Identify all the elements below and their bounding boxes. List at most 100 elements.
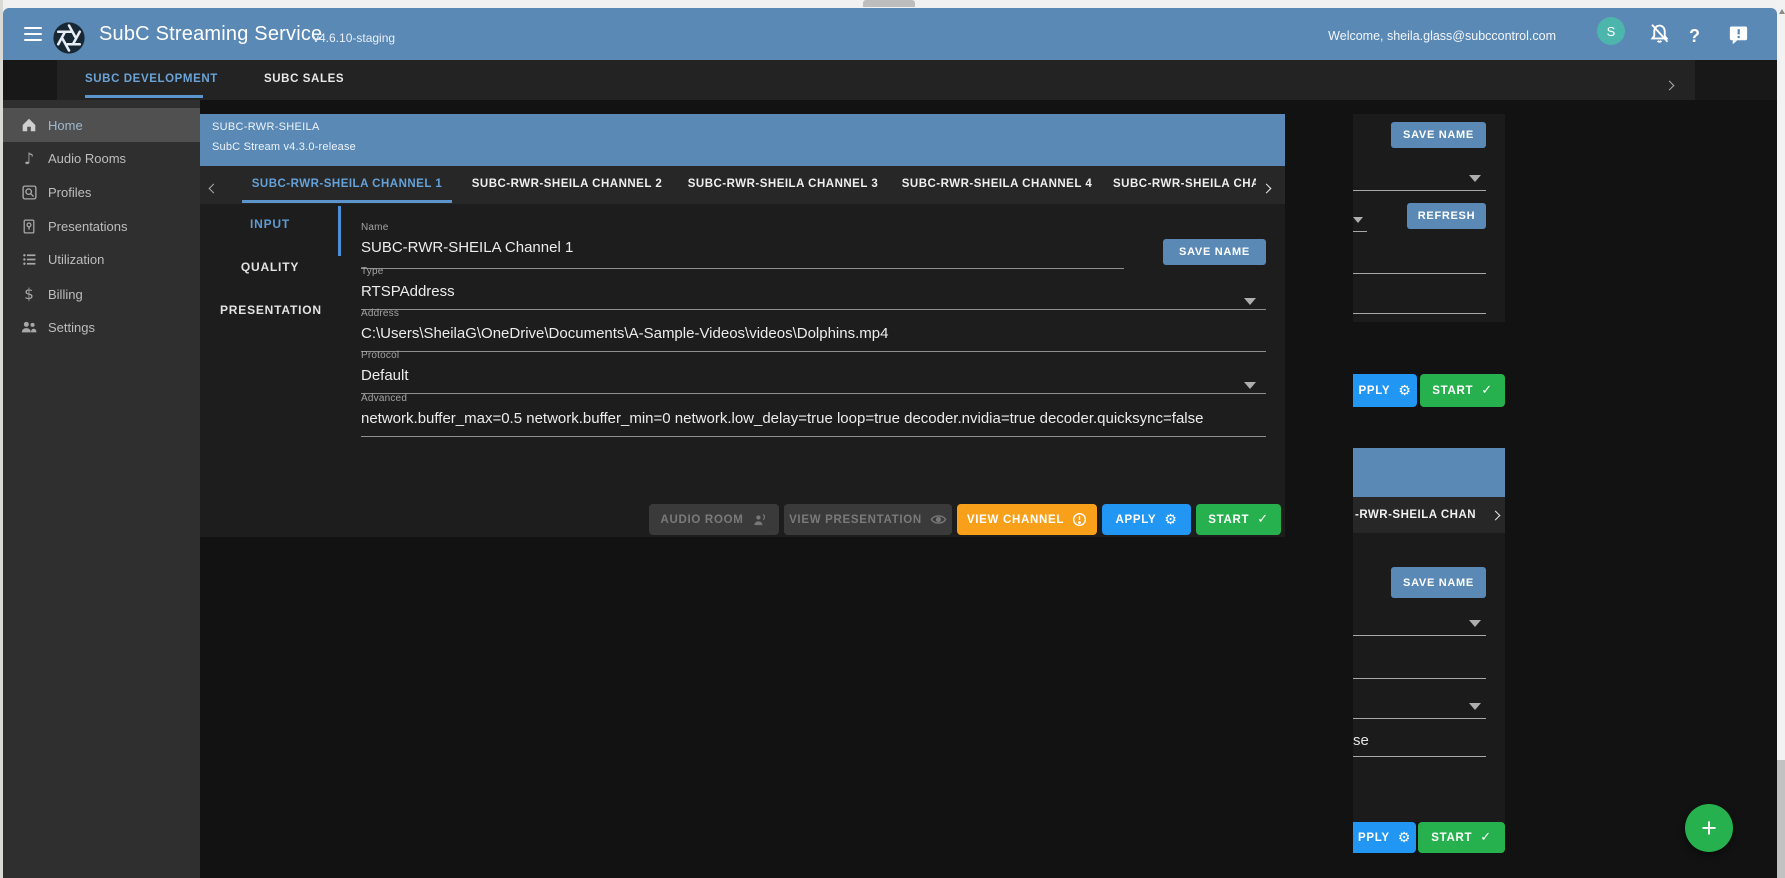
- alert-circle-icon: [1072, 512, 1087, 527]
- right-apply-label: PPLY: [1358, 832, 1390, 844]
- protocol-select[interactable]: Protocol Default: [361, 350, 1266, 394]
- add-button[interactable]: +: [1685, 804, 1733, 852]
- right-channel-tabbar: -RWR-SHEILA CHAN: [1353, 497, 1505, 533]
- type-label: Type: [361, 266, 1266, 277]
- tab-quality[interactable]: QUALITY: [220, 260, 320, 274]
- window-top-artifact: [863, 0, 915, 7]
- right-card-bottom-section: -RWR-SHEILA CHAN SAVE NAME se: [1353, 448, 1505, 822]
- sidebar-item-settings[interactable]: Settings: [3, 310, 200, 344]
- sidebar-item-utilization[interactable]: Utilization: [3, 242, 200, 276]
- field-underline: [1353, 678, 1486, 679]
- right-dropdown-icon-small[interactable]: [1353, 217, 1363, 223]
- channel-tab-5[interactable]: SUBC-RWR-SHEILA CHAN: [1106, 166, 1256, 201]
- tab-subc-sales[interactable]: SUBC SALES: [264, 73, 338, 85]
- list-icon: [18, 251, 40, 268]
- host-name: SUBC-RWR-SHEILA: [212, 121, 320, 133]
- refresh-button[interactable]: REFRESH: [1407, 203, 1486, 229]
- audio-room-button[interactable]: AUDIO ROOM: [649, 504, 779, 535]
- attachment-icon: [18, 218, 40, 235]
- protocol-label: Protocol: [361, 350, 1266, 361]
- field-underline: [1353, 313, 1486, 314]
- right-channel-tab[interactable]: -RWR-SHEILA CHAN: [1355, 509, 1476, 521]
- tab-input[interactable]: INPUT: [220, 217, 320, 231]
- address-value: C:\Users\SheilaG\OneDrive\Documents\A-Sa…: [361, 325, 1266, 342]
- section-tab-active-indicator: [338, 206, 341, 256]
- right-dropdown-icon[interactable]: [1469, 175, 1481, 182]
- sidebar-item-label: Utilization: [48, 252, 104, 267]
- advanced-value: network.buffer_max=0.5 network.buffer_mi…: [361, 410, 1266, 427]
- card-action-row: AUDIO ROOM VIEW PRESENTATION: [649, 504, 1281, 535]
- right-apply-button-partial[interactable]: PPLY ⚙: [1353, 374, 1417, 407]
- right-dropdown-icon[interactable]: [1469, 620, 1481, 627]
- apply-button[interactable]: APPLY ⚙: [1102, 504, 1191, 535]
- right-tabs-scroll-right-icon[interactable]: [1491, 510, 1501, 520]
- channel-tab-4[interactable]: SUBC-RWR-SHEILA CHANNEL 4: [892, 166, 1102, 201]
- menu-icon[interactable]: [24, 27, 42, 45]
- field-underline: [1353, 718, 1486, 719]
- start-label: START: [1208, 514, 1249, 526]
- sidebar-item-label: Presentations: [48, 219, 128, 234]
- check-icon: ✓: [1480, 830, 1492, 845]
- sidebar-item-label: Settings: [48, 320, 95, 335]
- protocol-dropdown-icon[interactable]: [1244, 382, 1256, 389]
- channel-tab-3[interactable]: SUBC-RWR-SHEILA CHANNEL 3: [678, 166, 888, 201]
- name-field[interactable]: Name SUBC-RWR-SHEILA Channel 1: [361, 222, 1124, 269]
- view-presentation-label: VIEW PRESENTATION: [789, 514, 922, 526]
- audio-room-label: AUDIO ROOM: [660, 514, 743, 526]
- address-label: Address: [361, 308, 1266, 319]
- save-name-button[interactable]: SAVE NAME: [1163, 239, 1266, 265]
- right-save-name-button[interactable]: SAVE NAME: [1391, 122, 1486, 148]
- channel-tab-2[interactable]: SUBC-RWR-SHEILA CHANNEL 2: [462, 166, 672, 201]
- sidebar-item-label: Billing: [48, 287, 83, 302]
- gear-icon: ⚙: [1164, 512, 1177, 528]
- view-channel-label: VIEW CHANNEL: [967, 514, 1064, 526]
- screen: SubC Streaming Service v4.6.10-staging W…: [0, 0, 1785, 878]
- avatar-letter: S: [1607, 24, 1616, 39]
- right-start-button-2[interactable]: START ✓: [1418, 822, 1505, 853]
- right-dropdown-icon[interactable]: [1469, 703, 1481, 710]
- org-tabs-scroll-right-icon[interactable]: [1666, 76, 1673, 94]
- right-start-button[interactable]: START ✓: [1420, 374, 1505, 407]
- right-start-label: START: [1431, 832, 1472, 844]
- sidebar-item-audio-rooms[interactable]: ♪ Audio Rooms: [3, 141, 200, 175]
- field-underline: [1353, 756, 1486, 757]
- channel-tab-active-underline: [242, 200, 452, 203]
- scrollbar-up-icon[interactable]: [1779, 9, 1785, 14]
- image-search-icon: [18, 184, 40, 201]
- app-header: SubC Streaming Service v4.6.10-staging W…: [3, 8, 1777, 60]
- type-select[interactable]: Type RTSPAddress: [361, 266, 1266, 310]
- sidebar-item-home[interactable]: Home: [3, 108, 200, 142]
- view-presentation-button[interactable]: VIEW PRESENTATION: [784, 504, 952, 535]
- protocol-value: Default: [361, 367, 1266, 384]
- dollar-icon: $: [18, 285, 40, 303]
- welcome-text: Welcome, sheila.glass@subccontrol.com: [1328, 29, 1556, 43]
- right-save-name-button-2[interactable]: SAVE NAME: [1391, 567, 1486, 598]
- notifications-off-icon[interactable]: [1647, 21, 1672, 46]
- field-underline: [1353, 635, 1486, 636]
- person-voice-icon: [752, 512, 768, 527]
- feedback-icon[interactable]: [1727, 23, 1750, 46]
- scrollbar-thumb[interactable]: [1777, 760, 1785, 878]
- channel-tab-1[interactable]: SUBC-RWR-SHEILA CHANNEL 1: [242, 166, 452, 201]
- type-dropdown-icon[interactable]: [1244, 298, 1256, 305]
- advanced-field[interactable]: Advanced network.buffer_max=0.5 network.…: [361, 393, 1266, 437]
- right-start-label: START: [1432, 385, 1473, 397]
- help-icon[interactable]: ?: [1689, 26, 1700, 47]
- gear-icon: ⚙: [1398, 830, 1411, 846]
- sidebar-item-profiles[interactable]: Profiles: [3, 175, 200, 209]
- tab-presentation[interactable]: PRESENTATION: [220, 303, 320, 317]
- sidebar-item-billing[interactable]: $ Billing: [3, 277, 200, 311]
- name-value: SUBC-RWR-SHEILA Channel 1: [361, 239, 1124, 256]
- user-avatar[interactable]: S: [1597, 17, 1625, 45]
- field-underline: [1353, 273, 1486, 274]
- check-icon: ✓: [1257, 512, 1269, 527]
- channel-tabs-scroll-right-icon[interactable]: [1263, 179, 1270, 197]
- sidebar-item-presentations[interactable]: Presentations: [3, 209, 200, 243]
- tab-subc-development[interactable]: SUBC DEVELOPMENT: [85, 73, 203, 85]
- check-icon: ✓: [1481, 383, 1493, 398]
- view-channel-button[interactable]: VIEW CHANNEL: [957, 504, 1097, 535]
- right-apply-button-partial-2[interactable]: PPLY ⚙: [1353, 822, 1416, 853]
- address-field[interactable]: Address C:\Users\SheilaG\OneDrive\Docume…: [361, 308, 1266, 352]
- channel-tabs-scroll-left-icon[interactable]: [210, 179, 217, 197]
- start-button[interactable]: START ✓: [1196, 504, 1281, 535]
